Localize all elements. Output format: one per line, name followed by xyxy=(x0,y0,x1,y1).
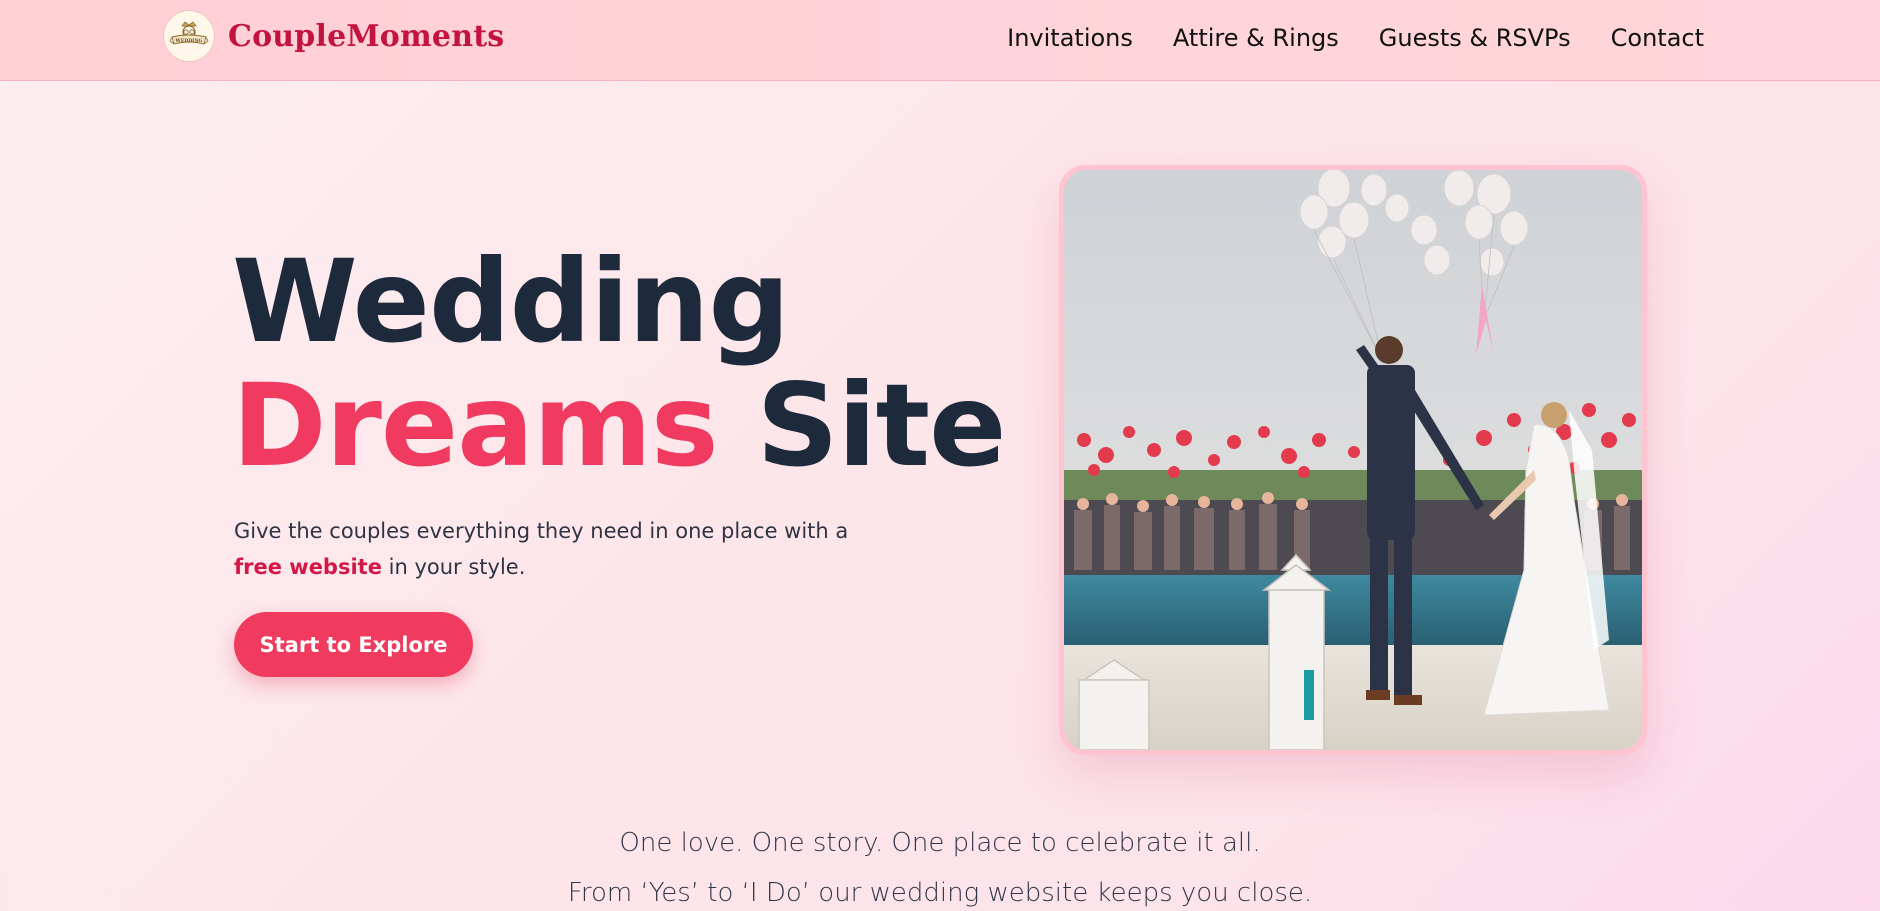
nav-item-attire-rings[interactable]: Attire & Rings xyxy=(1173,24,1339,52)
hero-image-frame xyxy=(1059,165,1647,755)
hero-description: Give the couples everything they need in… xyxy=(234,513,894,585)
wedding-crest-icon[interactable]: WEDDING xyxy=(164,11,214,61)
tagline-line1: One love. One story. One place to celebr… xyxy=(619,828,1261,858)
start-to-explore-button[interactable]: Start to Explore xyxy=(234,612,473,677)
tagline: One love. One story. One place to celebr… xyxy=(0,818,1880,911)
hero-title-accent: Dreams xyxy=(232,359,719,492)
brand-name[interactable]: CoupleMoments xyxy=(228,19,504,54)
hero-description-end: in your style. xyxy=(381,555,526,579)
nav-item-contact[interactable]: Contact xyxy=(1611,24,1704,52)
tagline-line2: From ‘Yes’ to ‘I Do’ our wedding website… xyxy=(567,878,1313,908)
hero-description-highlight: free website xyxy=(234,555,382,579)
hero-title-line1: Wedding xyxy=(232,235,790,368)
nav-item-guests-rsvps[interactable]: Guests & RSVPs xyxy=(1379,24,1571,52)
hero-title-rest: Site xyxy=(717,359,1006,492)
site-header: WEDDING CoupleMoments Invitations Attire… xyxy=(0,0,1880,81)
hero-description-start: Give the couples everything they need in… xyxy=(234,519,849,543)
wedding-photo-illustration xyxy=(1064,170,1642,750)
main-nav: Invitations Attire & Rings Guests & RSVP… xyxy=(967,20,1704,56)
logo-graphic: WEDDING xyxy=(169,21,209,45)
brand[interactable]: WEDDING CoupleMoments xyxy=(164,10,504,62)
hero-title: Wedding Dreams Site xyxy=(232,235,1006,488)
hero-image xyxy=(1064,170,1642,750)
svg-text:WEDDING: WEDDING xyxy=(175,38,203,44)
nav-item-invitations[interactable]: Invitations xyxy=(1007,24,1133,52)
